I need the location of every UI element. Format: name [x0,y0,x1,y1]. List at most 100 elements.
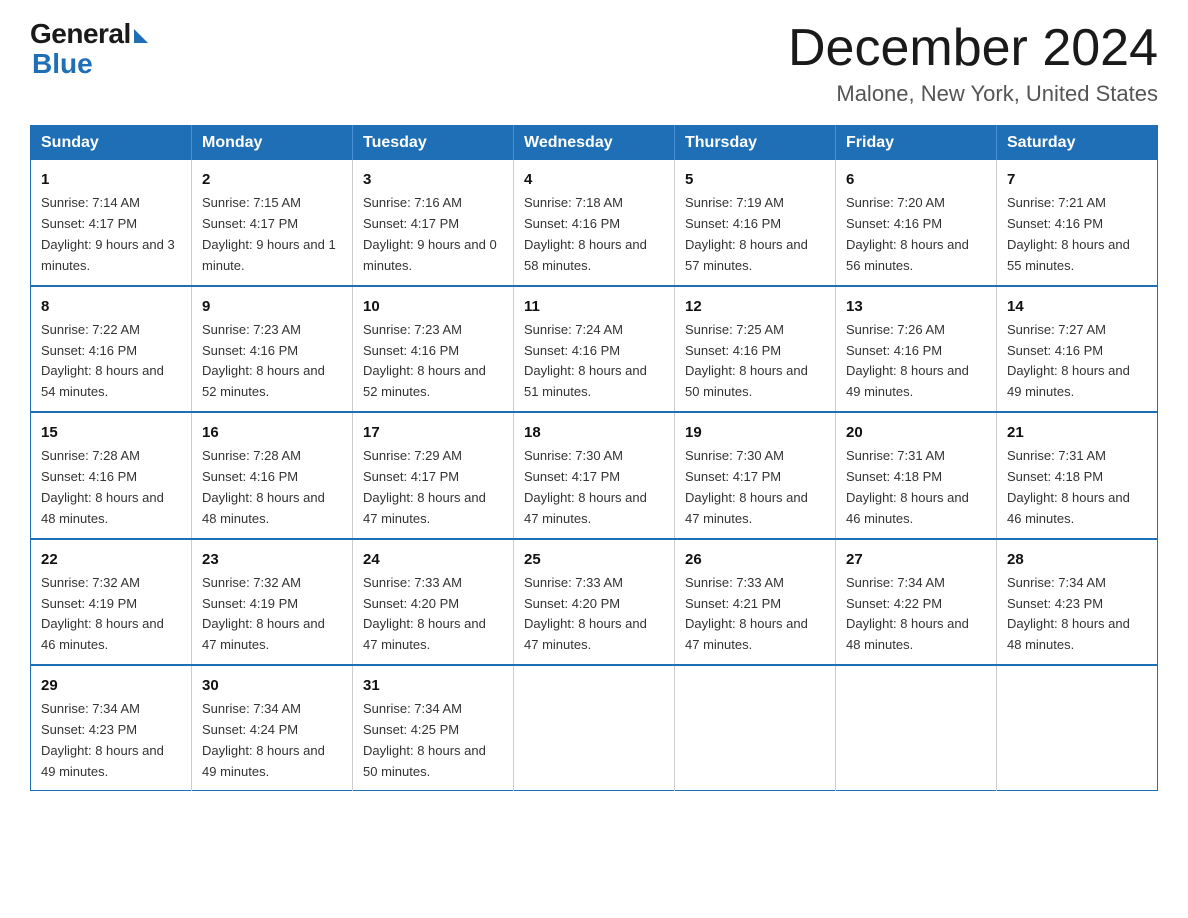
day-info: Sunrise: 7:14 AMSunset: 4:17 PMDaylight:… [41,195,175,272]
day-number: 27 [846,548,986,571]
day-number: 10 [363,295,503,318]
calendar-header-row: SundayMondayTuesdayWednesdayThursdayFrid… [31,126,1158,161]
day-info: Sunrise: 7:20 AMSunset: 4:16 PMDaylight:… [846,195,969,272]
day-info: Sunrise: 7:15 AMSunset: 4:17 PMDaylight:… [202,195,336,272]
day-of-week-header: Monday [192,126,353,161]
day-info: Sunrise: 7:33 AMSunset: 4:20 PMDaylight:… [524,575,647,652]
day-of-week-header: Thursday [675,126,836,161]
logo-blue-text: Blue [32,50,148,78]
day-number: 2 [202,168,342,191]
calendar-day-cell: 3Sunrise: 7:16 AMSunset: 4:17 PMDaylight… [353,160,514,285]
day-number: 3 [363,168,503,191]
calendar-day-cell: 15 Sunrise: 7:28 AMSunset: 4:16 PMDayligh… [31,412,192,538]
calendar-day-cell: 25 Sunrise: 7:33 AMSunset: 4:20 PMDayligh… [514,539,675,665]
day-number: 4 [524,168,664,191]
day-of-week-header: Saturday [997,126,1158,161]
day-number: 12 [685,295,825,318]
day-info: Sunrise: 7:28 AMSunset: 4:16 PMDaylight:… [41,448,164,525]
calendar-week-row: 29 Sunrise: 7:34 AMSunset: 4:23 PMDayligh… [31,665,1158,791]
calendar-day-cell: 21 Sunrise: 7:31 AMSunset: 4:18 PMDayligh… [997,412,1158,538]
day-number: 9 [202,295,342,318]
day-number: 31 [363,674,503,697]
calendar-day-cell: 30Sunrise: 7:34 AMSunset: 4:24 PMDayligh… [192,665,353,791]
day-info: Sunrise: 7:34 AMSunset: 4:24 PMDaylight:… [202,701,325,778]
day-number: 28 [1007,548,1147,571]
calendar-week-row: 1Sunrise: 7:14 AMSunset: 4:17 PMDaylight… [31,160,1158,285]
day-number: 25 [524,548,664,571]
calendar-day-cell: 11Sunrise: 7:24 AMSunset: 4:16 PMDayligh… [514,286,675,412]
logo-general-text: General [30,20,131,48]
calendar-day-cell: 26 Sunrise: 7:33 AMSunset: 4:21 PMDayligh… [675,539,836,665]
day-info: Sunrise: 7:33 AMSunset: 4:21 PMDaylight:… [685,575,808,652]
month-title: December 2024 [788,20,1158,77]
day-info: Sunrise: 7:30 AMSunset: 4:17 PMDaylight:… [524,448,647,525]
day-info: Sunrise: 7:22 AMSunset: 4:16 PMDaylight:… [41,322,164,399]
day-info: Sunrise: 7:31 AMSunset: 4:18 PMDaylight:… [846,448,969,525]
calendar-day-cell: 16 Sunrise: 7:28 AMSunset: 4:16 PMDayligh… [192,412,353,538]
day-number: 11 [524,295,664,318]
day-number: 7 [1007,168,1147,191]
calendar-day-cell: 19 Sunrise: 7:30 AMSunset: 4:17 PMDayligh… [675,412,836,538]
day-info: Sunrise: 7:32 AMSunset: 4:19 PMDaylight:… [41,575,164,652]
calendar-day-cell [997,665,1158,791]
calendar-day-cell [514,665,675,791]
calendar-day-cell [675,665,836,791]
day-info: Sunrise: 7:28 AMSunset: 4:16 PMDaylight:… [202,448,325,525]
day-of-week-header: Wednesday [514,126,675,161]
day-number: 5 [685,168,825,191]
day-of-week-header: Friday [836,126,997,161]
calendar-day-cell: 2 Sunrise: 7:15 AMSunset: 4:17 PMDaylight… [192,160,353,285]
day-info: Sunrise: 7:23 AMSunset: 4:16 PMDaylight:… [202,322,325,399]
day-info: Sunrise: 7:32 AMSunset: 4:19 PMDaylight:… [202,575,325,652]
day-info: Sunrise: 7:21 AMSunset: 4:16 PMDaylight:… [1007,195,1130,272]
day-info: Sunrise: 7:30 AMSunset: 4:17 PMDaylight:… [685,448,808,525]
day-info: Sunrise: 7:26 AMSunset: 4:16 PMDaylight:… [846,322,969,399]
day-of-week-header: Tuesday [353,126,514,161]
day-number: 6 [846,168,986,191]
day-number: 21 [1007,421,1147,444]
calendar-day-cell: 22 Sunrise: 7:32 AMSunset: 4:19 PMDayligh… [31,539,192,665]
day-number: 20 [846,421,986,444]
logo-arrow-icon [134,29,148,43]
calendar-day-cell: 1Sunrise: 7:14 AMSunset: 4:17 PMDaylight… [31,160,192,285]
calendar-day-cell: 12 Sunrise: 7:25 AMSunset: 4:16 PMDayligh… [675,286,836,412]
day-number: 13 [846,295,986,318]
day-number: 8 [41,295,181,318]
day-number: 16 [202,421,342,444]
day-info: Sunrise: 7:34 AMSunset: 4:23 PMDaylight:… [1007,575,1130,652]
day-number: 29 [41,674,181,697]
calendar-day-cell: 8 Sunrise: 7:22 AMSunset: 4:16 PMDaylight… [31,286,192,412]
calendar-day-cell: 4 Sunrise: 7:18 AMSunset: 4:16 PMDaylight… [514,160,675,285]
day-number: 24 [363,548,503,571]
day-number: 15 [41,421,181,444]
day-info: Sunrise: 7:34 AMSunset: 4:25 PMDaylight:… [363,701,486,778]
calendar-day-cell: 13 Sunrise: 7:26 AMSunset: 4:16 PMDayligh… [836,286,997,412]
day-number: 14 [1007,295,1147,318]
day-info: Sunrise: 7:34 AMSunset: 4:23 PMDaylight:… [41,701,164,778]
title-block: December 2024 Malone, New York, United S… [788,20,1158,107]
day-info: Sunrise: 7:31 AMSunset: 4:18 PMDaylight:… [1007,448,1130,525]
calendar-day-cell: 20 Sunrise: 7:31 AMSunset: 4:18 PMDayligh… [836,412,997,538]
calendar-day-cell: 17Sunrise: 7:29 AMSunset: 4:17 PMDayligh… [353,412,514,538]
calendar-day-cell: 27Sunrise: 7:34 AMSunset: 4:22 PMDayligh… [836,539,997,665]
calendar-day-cell: 10Sunrise: 7:23 AMSunset: 4:16 PMDayligh… [353,286,514,412]
calendar-day-cell [836,665,997,791]
calendar-day-cell: 5Sunrise: 7:19 AMSunset: 4:16 PMDaylight… [675,160,836,285]
calendar-day-cell: 23 Sunrise: 7:32 AMSunset: 4:19 PMDayligh… [192,539,353,665]
day-number: 17 [363,421,503,444]
calendar-day-cell: 28 Sunrise: 7:34 AMSunset: 4:23 PMDayligh… [997,539,1158,665]
calendar-week-row: 22 Sunrise: 7:32 AMSunset: 4:19 PMDayligh… [31,539,1158,665]
day-number: 18 [524,421,664,444]
page-header: General Blue December 2024 Malone, New Y… [30,20,1158,107]
calendar-table: SundayMondayTuesdayWednesdayThursdayFrid… [30,125,1158,791]
day-number: 22 [41,548,181,571]
day-info: Sunrise: 7:18 AMSunset: 4:16 PMDaylight:… [524,195,647,272]
day-number: 23 [202,548,342,571]
calendar-day-cell: 18 Sunrise: 7:30 AMSunset: 4:17 PMDayligh… [514,412,675,538]
day-info: Sunrise: 7:25 AMSunset: 4:16 PMDaylight:… [685,322,808,399]
day-number: 26 [685,548,825,571]
day-number: 19 [685,421,825,444]
calendar-day-cell: 9 Sunrise: 7:23 AMSunset: 4:16 PMDaylight… [192,286,353,412]
calendar-week-row: 15 Sunrise: 7:28 AMSunset: 4:16 PMDayligh… [31,412,1158,538]
calendar-day-cell: 24Sunrise: 7:33 AMSunset: 4:20 PMDayligh… [353,539,514,665]
